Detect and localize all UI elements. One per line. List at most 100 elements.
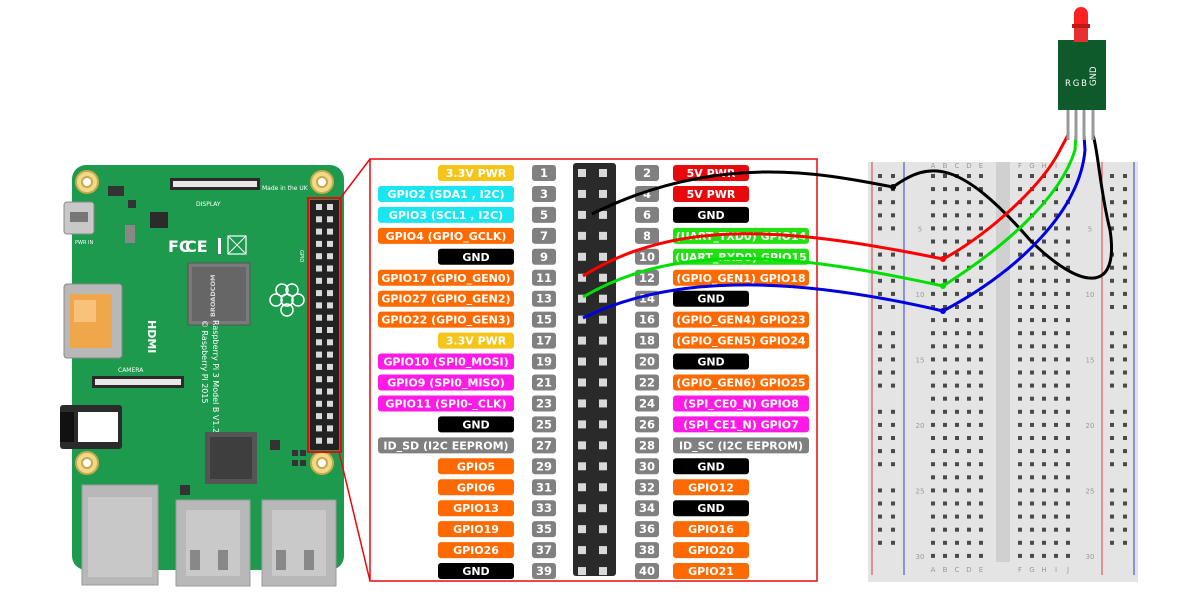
pin-number: 27 (536, 438, 552, 452)
board-model-text: Raspberry Pi 3 Model B V1.2 (211, 320, 220, 433)
board-copyright-text: © Raspberry Pi 2015 (200, 320, 209, 404)
breadboard-hole (943, 265, 947, 270)
pin-label: GPIO16 (688, 523, 734, 536)
breadboard-hole (979, 213, 983, 218)
pin-label: 3.3V PWR (446, 335, 507, 348)
breadboard-rail-hole (878, 174, 882, 178)
board-gpio-pin (327, 240, 333, 247)
breadboard-hole (967, 449, 971, 454)
header-pin-21 (578, 378, 586, 387)
breadboard-hole (931, 370, 935, 375)
breadboard-hole (1018, 239, 1022, 244)
breadboard-hole (967, 409, 971, 414)
breadboard-hole (1054, 370, 1058, 375)
header-pin-12 (599, 273, 607, 282)
board-gpio-pin (316, 277, 322, 284)
breadboard-hole (1042, 436, 1046, 440)
breadboard-hole (979, 226, 983, 231)
breadboard-hole (943, 291, 947, 296)
breadboard-hole (1042, 305, 1046, 309)
breadboard-hole (1042, 553, 1046, 558)
breadboard-hole (967, 174, 971, 178)
breadboard-column-letter: H (1041, 566, 1046, 574)
breadboard-hole (943, 187, 947, 192)
header-pin-32 (599, 483, 607, 492)
breadboard-hole (1066, 449, 1070, 454)
breadboard-column-letter: A (931, 162, 936, 170)
breadboard-hole (979, 370, 983, 375)
breadboard-hole (943, 409, 947, 414)
pin-number: 29 (536, 459, 552, 473)
breadboard-hole (943, 226, 947, 231)
breadboard-hole (1042, 318, 1046, 323)
breadboard-column-letter: E (979, 566, 983, 574)
breadboard-hole (931, 422, 935, 427)
breadboard-hole (1030, 278, 1034, 283)
breadboard-hole (967, 370, 971, 375)
breadboard-hole (1054, 409, 1058, 414)
led-pin-label: G (1073, 79, 1080, 89)
breadboard-hole (931, 396, 935, 401)
breadboard-hole (943, 200, 947, 205)
breadboard-hole (955, 370, 959, 375)
pin-number: 2 (643, 166, 651, 180)
pin-label: 5V PWR (687, 188, 736, 201)
breadboard-hole (943, 357, 947, 362)
breadboard-hole (979, 396, 983, 401)
breadboard-hole (967, 331, 971, 336)
board-gpio-pin (316, 363, 322, 370)
breadboard-hole (955, 462, 959, 467)
breadboard-rail-hole (1123, 278, 1127, 283)
breadboard-hole (1066, 291, 1070, 296)
breadboard-hole (979, 357, 983, 362)
breadboard-hole (1018, 514, 1022, 519)
breadboard-rail-hole (1123, 370, 1127, 375)
board-gpio-label: GPIO (298, 250, 304, 262)
breadboard-hole (931, 449, 935, 454)
power-label: PWR IN (75, 240, 93, 246)
breadboard-hole (979, 252, 983, 257)
pin-number: 1 (540, 166, 548, 180)
board-gpio-pin (327, 290, 333, 297)
breadboard-rail-hole (1110, 409, 1114, 414)
display-label: DISPLAY (196, 201, 221, 208)
breadboard-hole (1054, 226, 1058, 231)
header-pin-1 (578, 169, 586, 177)
pin-number: 38 (639, 543, 655, 557)
pin-number: 6 (643, 208, 651, 222)
board-gpio-pin (327, 437, 333, 444)
board-gpio-pin (327, 363, 333, 370)
breadboard-hole (931, 226, 935, 231)
breadboard-hole (1054, 174, 1058, 178)
breadboard-hole (1066, 422, 1070, 427)
breadboard-rail-hole (1110, 370, 1114, 375)
breadboard-hole (955, 422, 959, 427)
breadboard-rail-hole (878, 527, 882, 532)
breadboard-rail-hole (1123, 305, 1127, 309)
breadboard-hole (1042, 344, 1046, 349)
breadboard-hole (1066, 213, 1070, 218)
breadboard-hole (967, 200, 971, 205)
breadboard-hole (967, 514, 971, 519)
breadboard-hole (943, 501, 947, 506)
breadboard-hole (931, 357, 935, 362)
pin-label: (GPIO_GEN4) GPIO23 (676, 314, 805, 327)
breadboard-hole (955, 449, 959, 454)
pin-number: 13 (536, 292, 552, 306)
pin-number: 19 (536, 355, 552, 369)
board-gpio-pin (327, 216, 333, 223)
raspberry-pi-board: DISPLAY Made in the UK FC CE PWR IN BROA… (60, 165, 344, 587)
breadboard-hole (967, 305, 971, 309)
made-in-label: Made in the UK (262, 185, 309, 192)
pin-label: (GPIO_GEN6) GPIO25 (676, 377, 805, 390)
breadboard-column-letter: F (1018, 566, 1022, 574)
breadboard-hole (943, 488, 947, 493)
breadboard-rail-hole (1110, 265, 1114, 270)
breadboard-rail-hole (1123, 409, 1127, 414)
pin-number: 25 (536, 417, 552, 431)
breadboard-hole (1054, 305, 1058, 309)
breadboard-hole (1054, 462, 1058, 467)
breadboard-hole (1018, 527, 1022, 532)
breadboard-rail-hole (1110, 174, 1114, 178)
board-gpio-header (310, 200, 339, 450)
